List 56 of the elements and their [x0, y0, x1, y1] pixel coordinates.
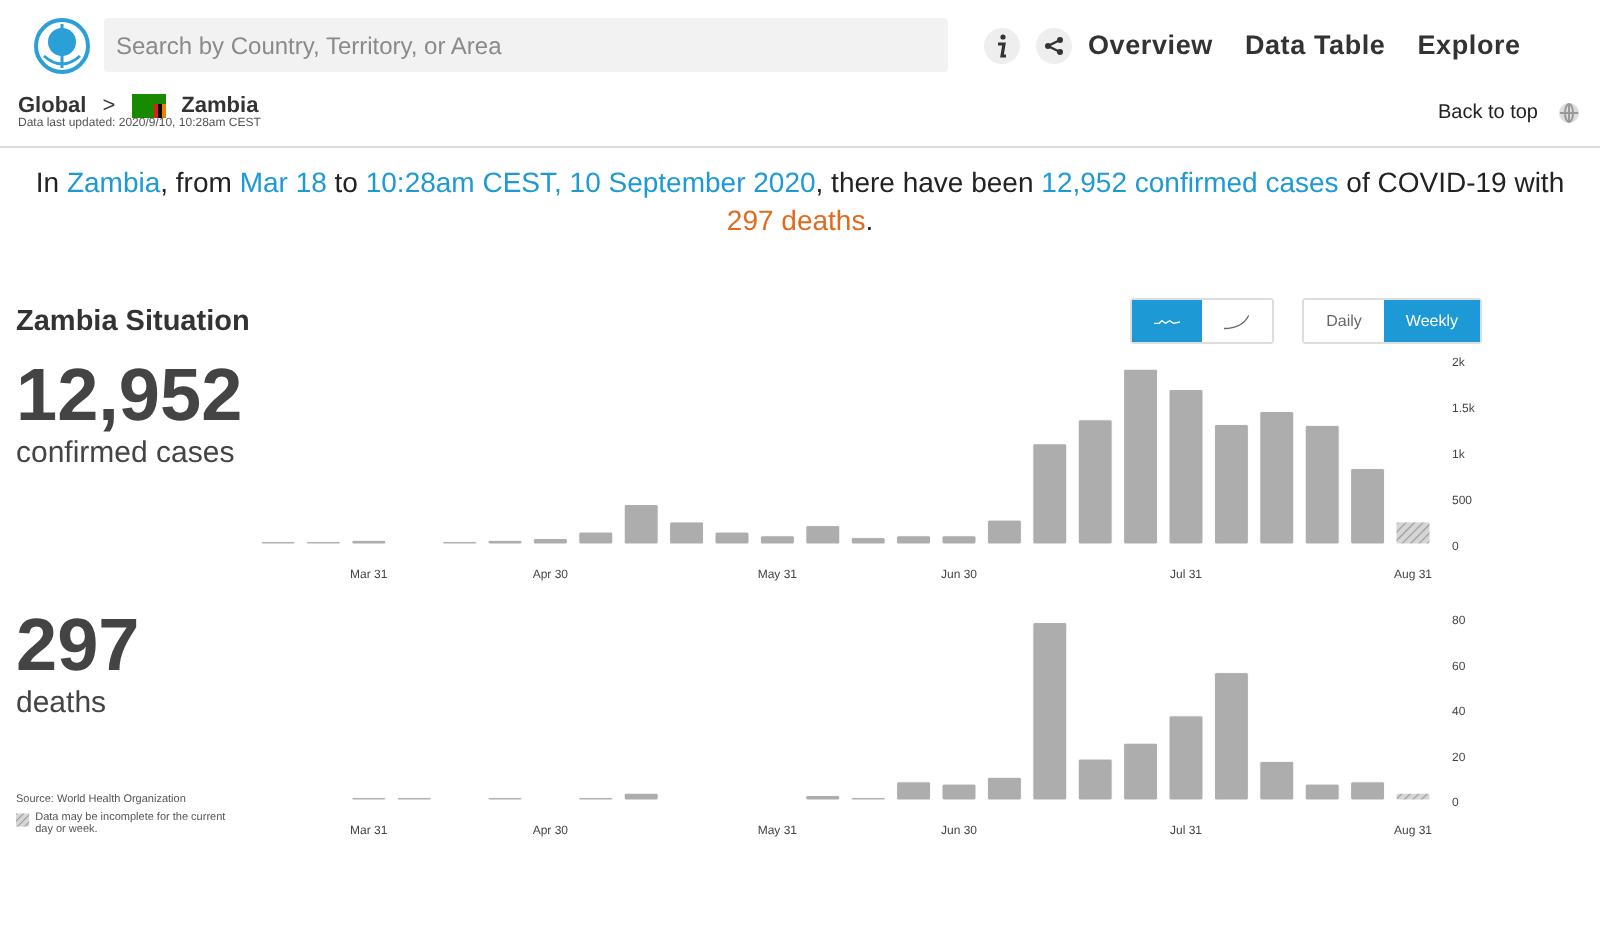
back-to-top-link[interactable]: Back to top [1437, 101, 1538, 123]
total-count: 12,952 [16, 356, 245, 436]
bar [805, 794, 841, 801]
bar [986, 776, 1022, 801]
bar [669, 521, 705, 545]
bar [1350, 468, 1386, 545]
wave-icon [1154, 315, 1181, 327]
globe-icon [1558, 101, 1580, 123]
bar [805, 525, 841, 545]
bar [1259, 411, 1295, 545]
bar [1213, 423, 1249, 545]
bar [759, 535, 795, 545]
summary-sentence: In Zambia, from Mar 18 to 10:28am CEST, 10 September 2020, there have been 12,952 confirmed cases of COVID-19 with 297 deaths. [33, 164, 1567, 240]
bar [1032, 443, 1068, 545]
bar [896, 781, 932, 801]
nav-link[interactable]: Overview [1088, 30, 1213, 60]
bar [714, 531, 750, 545]
bar [1077, 758, 1113, 801]
chart-mode-button[interactable] [1132, 300, 1203, 342]
bar [986, 519, 1022, 545]
breadcrumb-separator: > [102, 94, 116, 118]
bar [1077, 419, 1113, 545]
bar [850, 537, 886, 545]
bar [1304, 783, 1340, 801]
search-field[interactable]: Search by Country, Territory, or Area [104, 18, 948, 72]
bar [941, 783, 977, 801]
bar [1123, 742, 1159, 801]
share-button[interactable] [1036, 27, 1072, 63]
bar [1213, 672, 1249, 801]
share-icon [1044, 35, 1064, 55]
bar [623, 792, 659, 801]
curve-icon [1224, 309, 1251, 333]
breadcrumb-link[interactable]: Global [18, 94, 87, 118]
country-name: Zambia [181, 94, 259, 118]
total-label: confirmed cases [16, 436, 237, 470]
total-label: deaths [16, 686, 109, 720]
hatch-swatch-icon [16, 812, 30, 828]
info-button[interactable] [984, 27, 1020, 63]
bar [623, 503, 659, 545]
section-title: Zambia Situation [16, 305, 252, 337]
bar [532, 538, 568, 545]
bar [578, 531, 614, 545]
bar [896, 535, 932, 545]
nav-link[interactable]: Data Table [1244, 30, 1386, 60]
bar [1304, 424, 1340, 545]
nav-link[interactable]: Explore [1417, 30, 1521, 60]
bar [1168, 715, 1204, 801]
bar [1350, 781, 1386, 801]
bar [941, 535, 977, 545]
bar [351, 539, 387, 545]
bar [1259, 760, 1295, 801]
emblem-logo [32, 15, 92, 75]
flag-icon [131, 94, 166, 118]
total-count: 297 [16, 606, 142, 686]
bar [487, 539, 523, 545]
info-icon [996, 33, 1008, 57]
